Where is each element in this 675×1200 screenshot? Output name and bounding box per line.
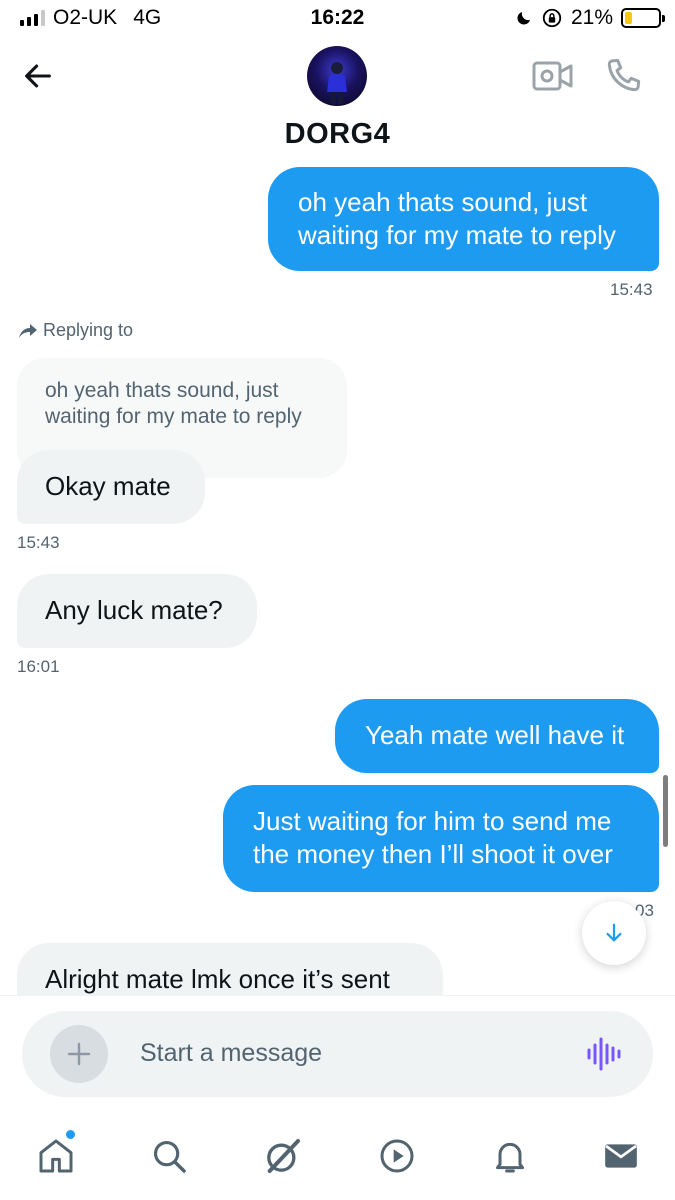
composer-divider (0, 995, 675, 996)
arrow-down-icon (606, 923, 622, 942)
avatar[interactable] (307, 46, 367, 106)
message-text: Yeah mate well have it (365, 720, 625, 750)
video-call-button[interactable] (532, 58, 574, 94)
nav-grok[interactable] (261, 1134, 305, 1178)
back-arrow-icon (25, 64, 51, 88)
battery-icon (621, 8, 665, 28)
message-bubble-incoming[interactable]: Okay mate (17, 450, 205, 524)
message-text-line: the money then I’ll shoot it over (253, 839, 613, 869)
message-bubble-outgoing[interactable]: Just waiting for him to send me the mone… (223, 785, 659, 892)
status-bar: O2-UK 4G 16:22 21% (0, 0, 675, 38)
message-bubble-incoming[interactable]: Alright mate lmk once it’s sent (17, 943, 443, 995)
battery-fill (625, 12, 632, 24)
home-icon (39, 1139, 73, 1173)
message-text-line: Just waiting for him to send me (253, 806, 612, 836)
quoted-text-line: oh yeah thats sound, just (45, 379, 279, 402)
video-call-icon (532, 61, 573, 91)
phone-icon (607, 58, 641, 92)
message-bubble-outgoing[interactable]: oh yeah thats sound, just waiting for my… (268, 167, 659, 271)
replying-to-label: Replying to (18, 320, 133, 341)
grok-icon (267, 1139, 300, 1173)
avatar-image (327, 62, 347, 104)
message-composer (22, 1011, 653, 1097)
scroll-to-bottom-button[interactable] (582, 901, 646, 965)
message-input[interactable] (140, 1033, 560, 1073)
home-notification-dot (66, 1130, 75, 1139)
message-text-line: waiting for my mate to reply (298, 220, 616, 250)
notifications-icon (496, 1142, 524, 1173)
message-bubble-incoming[interactable]: Any luck mate? (17, 574, 257, 648)
search-icon (153, 1140, 186, 1173)
conversation-header: DORG4 (0, 38, 675, 163)
message-timestamp: 15:43 (17, 533, 60, 552)
voice-waveform-icon (587, 1037, 621, 1071)
scrollbar[interactable] (663, 775, 668, 847)
bottom-navigation (0, 1120, 675, 1200)
message-text: Okay mate (45, 471, 171, 501)
plus-icon (67, 1042, 91, 1066)
contact-name[interactable]: DORG4 (0, 118, 675, 151)
message-timestamp: 15:43 (610, 280, 653, 299)
voice-message-button[interactable] (584, 1035, 622, 1073)
message-list[interactable]: oh yeah thats sound, just waiting for my… (0, 163, 675, 995)
battery-percent: 21% (570, 6, 613, 29)
message-text: Alright mate lmk once it’s sent (45, 964, 390, 994)
nav-video[interactable] (375, 1134, 419, 1178)
back-button[interactable] (18, 56, 58, 96)
add-media-button[interactable] (50, 1025, 108, 1083)
video-icon (380, 1139, 414, 1173)
message-text: Any luck mate? (45, 595, 223, 625)
nav-messages[interactable] (599, 1134, 643, 1178)
messages-icon (605, 1144, 637, 1168)
quoted-text-line: waiting for my mate to reply (45, 405, 302, 428)
voice-call-button[interactable] (604, 55, 644, 95)
orientation-lock-icon (542, 8, 562, 28)
nav-notifications[interactable] (488, 1134, 532, 1178)
message-text-line: oh yeah thats sound, just (298, 187, 588, 217)
reply-arrow-icon (19, 323, 37, 338)
replying-to-text: Replying to (43, 320, 134, 340)
moon-icon (517, 12, 530, 25)
message-bubble-outgoing[interactable]: Yeah mate well have it (335, 699, 659, 773)
status-right: 21% (515, 6, 665, 30)
message-timestamp: 16:01 (17, 657, 60, 676)
nav-home[interactable] (34, 1134, 78, 1178)
nav-search[interactable] (147, 1134, 191, 1178)
